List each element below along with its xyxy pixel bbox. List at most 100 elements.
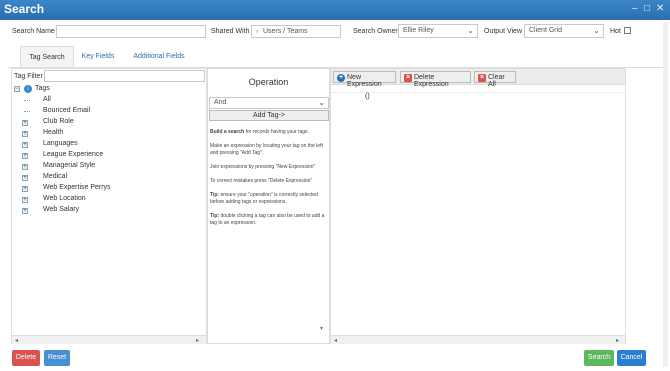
cancel-button[interactable]: Cancel [617, 350, 646, 366]
tag-tree-scrollbar[interactable]: ◂ ▸ [12, 335, 206, 344]
scroll-left-icon[interactable]: ◂ [15, 337, 18, 344]
tag-tree-panel: Tag Filter − i Tags All Bounced Email + Clu… [11, 68, 207, 344]
new-expression-button[interactable]: + New Expression [333, 71, 396, 88]
output-view-select[interactable]: Client Grid ⌄ [524, 24, 604, 38]
close-icon[interactable]: ✕ [656, 3, 664, 14]
tree-item-label: Club Role [43, 118, 74, 125]
clear-x-icon: × [478, 74, 486, 82]
output-view-value: Client Grid [529, 27, 563, 34]
scroll-right-icon[interactable]: ▸ [616, 337, 619, 344]
tree-item[interactable]: + Web Expertise Perrys [14, 184, 194, 194]
operation-select[interactable]: And ⌄ [209, 97, 329, 109]
delete-x-icon: × [404, 74, 412, 82]
maximize-icon[interactable]: □ [644, 3, 650, 14]
help-paragraph: Join expressions by pressing "New Expres… [210, 164, 325, 171]
tree-item[interactable]: + Languages [14, 140, 194, 150]
search-name-input[interactable] [56, 25, 206, 38]
scroll-left-icon[interactable]: ◂ [334, 337, 337, 344]
tree-item[interactable]: Bounced Email [14, 107, 194, 117]
expand-icon[interactable]: + [22, 142, 28, 148]
chevron-down-icon: ⌄ [467, 26, 474, 35]
tab-additional-fields[interactable]: Additional Fields [126, 46, 192, 67]
expand-icon[interactable]: + [22, 120, 28, 126]
window-title: Search [4, 2, 45, 16]
chevron-down-icon: ⌄ [593, 26, 600, 35]
help-paragraph: Tip: ensure your "operation" is correctl… [210, 192, 325, 206]
tree-item[interactable]: + Managerial Style [14, 162, 194, 172]
expand-icon[interactable]: + [22, 131, 28, 137]
expression-panel: + New Expression × Delete Expression × C… [330, 68, 626, 344]
operation-value: And [214, 99, 227, 106]
expand-icon[interactable]: + [22, 164, 28, 170]
output-view-label: Output View [484, 28, 523, 35]
tree-connector [24, 100, 30, 101]
help-paragraph: Make an expression by locating your tag … [210, 143, 325, 157]
hot-checkbox[interactable] [624, 27, 631, 34]
expression-scrollbar[interactable]: ◂ ▸ [331, 335, 625, 344]
expression-header-row [331, 86, 625, 93]
help-text: double clicking a tag can also be used t… [210, 213, 325, 226]
expand-icon[interactable]: + [22, 186, 28, 192]
shared-with-label: Shared With [211, 28, 250, 35]
operation-help: Build a search for records having your t… [210, 129, 325, 234]
tree-item-label: Web Salary [43, 206, 80, 213]
chevron-down-icon: ⌄ [318, 98, 325, 107]
help-paragraph: To correct mistakes press "Delete Expres… [210, 178, 325, 185]
tree-item-label: Languages [43, 140, 78, 147]
chevron-right-icon: › [256, 29, 258, 35]
tree-item[interactable]: All [14, 96, 194, 106]
help-paragraph: Tip: double clicking a tag can also be u… [210, 213, 325, 227]
search-owner-label: Search Owner [353, 28, 398, 35]
search-name-label: Search Name [12, 28, 55, 35]
help-bold: Build a search [210, 129, 245, 135]
expression-toolbar: + New Expression × Delete Expression × C… [331, 69, 625, 88]
tree-item[interactable]: + Health [14, 129, 194, 139]
expand-icon[interactable]: + [22, 153, 28, 159]
delete-expression-button[interactable]: × Delete Expression [400, 71, 471, 88]
expand-icon[interactable]: + [22, 197, 28, 203]
expression-content: () [365, 93, 370, 100]
tree-item[interactable]: + League Experience [14, 151, 194, 161]
operation-heading: Operation [248, 77, 289, 87]
shared-with-value: Users / Teams [262, 28, 308, 35]
delete-button[interactable]: Delete [12, 350, 40, 366]
help-text: Join expressions by pressing "New Expres… [210, 164, 316, 170]
tab-tag-search[interactable]: Tag Search [20, 46, 74, 67]
scroll-right-icon[interactable]: ▸ [196, 337, 199, 344]
tree-item[interactable]: + Medical [14, 173, 194, 183]
tree-item[interactable]: + Web Location [14, 195, 194, 205]
tree-root-label: Tags [35, 85, 50, 92]
help-text: for records having your tags. [244, 129, 309, 135]
tree-item[interactable]: + Club Role [14, 118, 194, 128]
tree-item-label: Web Location [43, 195, 86, 202]
tree-item[interactable]: + Web Salary [14, 206, 194, 216]
tree-item-label: Bounced Email [43, 107, 91, 114]
add-tag-button[interactable]: Add Tag-> [209, 110, 329, 121]
shared-with-picker[interactable]: › Users / Teams [251, 25, 341, 38]
help-text: Make an expression by locating your tag … [210, 143, 323, 156]
tree-item-label: League Experience [43, 151, 104, 158]
hot-label: Hot [610, 28, 621, 35]
search-owner-select[interactable]: Ellie Riley ⌄ [398, 24, 478, 38]
clear-all-button[interactable]: × Clear All [474, 71, 516, 88]
plus-circle-icon: + [337, 74, 345, 82]
tag-icon: i [24, 85, 32, 93]
expand-icon[interactable]: + [22, 175, 28, 181]
help-bold: Tip: [210, 192, 220, 198]
minimize-icon[interactable]: – [632, 3, 638, 14]
reset-button[interactable]: Reset [44, 350, 70, 366]
collapse-icon[interactable]: − [14, 86, 20, 92]
help-paragraph: Build a search for records having your t… [210, 129, 325, 136]
tree-root[interactable]: − i Tags [14, 85, 134, 95]
search-owner-value: Ellie Riley [403, 27, 434, 34]
tree-item-label: Managerial Style [43, 162, 96, 169]
help-text: ensure your "operation" is correctly sel… [210, 192, 318, 205]
help-bold: Tip: [210, 213, 220, 219]
tree-item-label: Medical [43, 173, 68, 180]
tag-filter-input[interactable] [44, 70, 205, 82]
page-scrollbar[interactable] [663, 22, 668, 367]
scroll-down-icon[interactable]: ▾ [320, 325, 323, 332]
search-button[interactable]: Search [584, 350, 614, 366]
expand-icon[interactable]: + [22, 208, 28, 214]
tab-key-fields[interactable]: Key Fields [76, 46, 120, 67]
